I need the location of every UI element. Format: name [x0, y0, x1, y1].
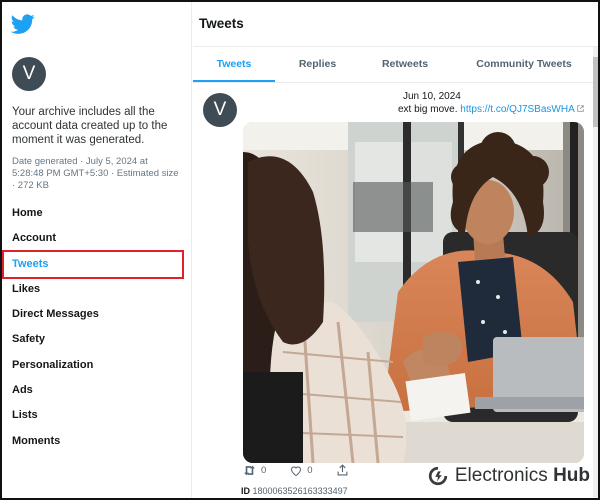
watermark-electronics: Electronics — [454, 465, 548, 486]
share-icon — [337, 464, 348, 476]
sidebar-item-direct-messages[interactable]: Direct Messages — [12, 302, 181, 327]
app-frame: V Your archive includes all the account … — [0, 0, 600, 500]
sidebar-item-ads[interactable]: Ads — [12, 378, 181, 403]
sidebar: V Your archive includes all the account … — [2, 2, 192, 498]
sidebar-item-safety[interactable]: Safety — [12, 327, 181, 352]
like-count: 0 — [307, 464, 313, 476]
sidebar-item-moments[interactable]: Moments — [12, 429, 181, 454]
tweet-text: ext big move. https://t.co/QJ7SBasWHA — [398, 104, 584, 115]
share-action[interactable] — [337, 464, 353, 476]
tweet-item: V Jun 10, 2024 ext big move. https://t.c… — [193, 83, 598, 496]
main-panel: Tweets Tweets Replies Retweets Community… — [193, 2, 598, 498]
tab-replies[interactable]: Replies — [275, 47, 360, 82]
tweet-photo[interactable] — [243, 122, 584, 463]
heart-icon — [291, 465, 302, 476]
watermark-hub: Hub — [553, 465, 590, 486]
electronics-hub-watermark: Electronics Hub — [427, 465, 590, 487]
tweet-avatar-letter: V — [213, 99, 227, 120]
sidebar-item-account[interactable]: Account — [12, 226, 181, 251]
tweet-photo-image — [243, 122, 584, 463]
tweet-link[interactable]: https://t.co/QJ7SBasWHA — [460, 104, 574, 115]
like-action[interactable]: 0 — [290, 464, 313, 476]
archive-description: Your archive includes all the account da… — [12, 106, 168, 146]
sidebar-item-tweets[interactable]: Tweets — [2, 249, 184, 279]
external-link-icon — [577, 105, 584, 112]
electronics-hub-logo-icon — [428, 466, 448, 486]
tab-community-tweets[interactable]: Community Tweets — [450, 47, 598, 82]
sidebar-item-likes[interactable]: Likes — [12, 277, 181, 302]
tweet-text-prefix: ext big move. — [398, 104, 458, 115]
avatar[interactable]: V — [12, 57, 46, 91]
page-title: Tweets — [193, 2, 598, 47]
tweet-actions: 0 0 — [243, 464, 377, 476]
tab-retweets[interactable]: Retweets — [360, 47, 450, 82]
sidebar-item-lists[interactable]: Lists — [12, 403, 181, 428]
tweet-date: Jun 10, 2024 — [403, 91, 461, 102]
retweet-icon — [244, 465, 255, 475]
tab-bar: Tweets Replies Retweets Community Tweets — [193, 47, 598, 83]
twitter-bird-icon[interactable] — [10, 12, 35, 36]
tweet-id-value: 1800063526163333497 — [252, 486, 348, 496]
tab-tweets[interactable]: Tweets — [193, 47, 275, 82]
sidebar-item-home[interactable]: Home — [12, 201, 181, 226]
scrollbar[interactable] — [593, 47, 598, 497]
tweet-id: ID 1800063526163333497 — [241, 486, 348, 496]
tweet-id-label: ID — [241, 486, 250, 496]
scroll-thumb[interactable] — [593, 57, 598, 127]
archive-meta: Date generated · July 5, 2024 at 5:28:48… — [12, 156, 179, 191]
retweet-count: 0 — [261, 464, 267, 476]
sidebar-item-personalization[interactable]: Personalization — [12, 353, 181, 378]
sidebar-nav: Home Account Tweets Likes Direct Message… — [2, 201, 184, 454]
tweet-avatar[interactable]: V — [203, 93, 237, 127]
retweet-action[interactable]: 0 — [243, 465, 266, 476]
avatar-letter: V — [22, 63, 36, 84]
